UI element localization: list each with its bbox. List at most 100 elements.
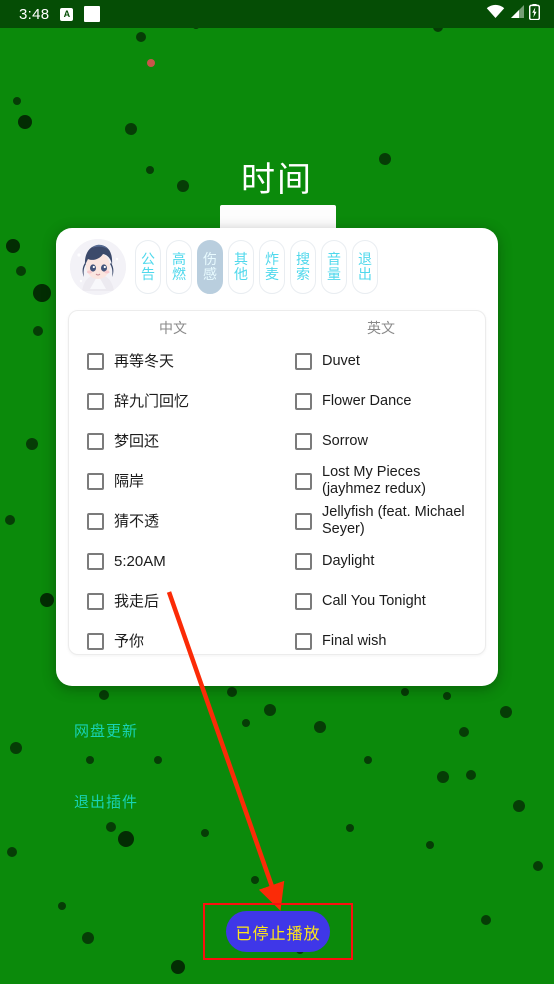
- tab-7[interactable]: 退出: [352, 240, 378, 294]
- song-label: Sorrow: [322, 432, 368, 449]
- checkbox-icon[interactable]: [87, 432, 104, 450]
- bokeh-dot: [533, 861, 543, 871]
- bokeh-dot: [26, 438, 38, 450]
- tab-1[interactable]: 高燃: [166, 240, 192, 294]
- song-label: 猜不透: [114, 512, 160, 530]
- bokeh-dot: [6, 239, 20, 253]
- tab-char-top: 炸: [265, 251, 279, 267]
- bokeh-dot: [481, 915, 491, 925]
- tab-char-top: 其: [234, 251, 248, 267]
- bokeh-dot: [242, 719, 250, 727]
- checkbox-icon[interactable]: [295, 512, 312, 530]
- tab-char-top: 高: [172, 251, 186, 267]
- avatar[interactable]: [70, 239, 126, 295]
- tab-4[interactable]: 炸麦: [259, 240, 285, 294]
- bokeh-dot: [459, 727, 469, 737]
- bokeh-dot: [346, 824, 354, 832]
- song-list-card: 中文再等冬天 辞九门回忆梦回还隔岸猜不透 5:20AM 我走后予你 英文 Duvet Flo…: [68, 310, 486, 655]
- tab-2[interactable]: 伤感: [197, 240, 223, 294]
- column-header: 中文: [159, 320, 187, 336]
- song-item[interactable]: 5:20AM: [77, 541, 269, 581]
- song-item[interactable]: Call You Tonight: [285, 581, 477, 621]
- bg-link-exit-plugin[interactable]: 退出插件: [74, 791, 138, 812]
- song-item[interactable]: 隔岸: [77, 461, 269, 501]
- song-label: Call You Tonight: [322, 592, 426, 609]
- column-header: 英文: [367, 320, 395, 336]
- tab-char-bottom: 他: [234, 266, 248, 282]
- song-label: 梦回还: [114, 432, 160, 450]
- blank-square-icon: [84, 6, 101, 22]
- tab-3[interactable]: 其他: [228, 240, 254, 294]
- bokeh-dot: [33, 284, 51, 302]
- tab-char-bottom: 告: [141, 266, 155, 282]
- bokeh-dot: [171, 960, 185, 974]
- bokeh-dot: [82, 932, 94, 944]
- bokeh-dot: [227, 687, 237, 697]
- status-bar-left: 3:48 A: [10, 5, 101, 23]
- tab-char-bottom: 燃: [172, 266, 186, 282]
- bokeh-dot: [401, 688, 409, 696]
- checkbox-icon[interactable]: [295, 552, 312, 570]
- bokeh-dot: [106, 822, 116, 832]
- app-badge-icon: A: [60, 7, 74, 21]
- song-item[interactable]: 再等冬天: [77, 341, 269, 381]
- checkbox-icon[interactable]: [87, 512, 104, 530]
- tab-char-top: 音: [327, 251, 341, 267]
- song-item[interactable]: Lost My Pieces (jayhmez redux): [285, 461, 477, 501]
- checkbox-icon[interactable]: [295, 432, 312, 450]
- tab-char-bottom: 出: [358, 266, 372, 282]
- tab-char-bottom: 感: [203, 266, 217, 282]
- tab-6[interactable]: 音量: [321, 240, 347, 294]
- song-item[interactable]: 梦回还: [77, 421, 269, 461]
- column-chinese: 中文再等冬天 辞九门回忆梦回还隔岸猜不透 5:20AM 我走后予你: [69, 317, 277, 654]
- song-item[interactable]: Daylight: [285, 541, 477, 581]
- song-label: Daylight: [322, 552, 375, 569]
- tab-char-top: 公: [141, 251, 155, 267]
- bokeh-dot: [86, 756, 94, 764]
- song-item[interactable]: Duvet: [285, 341, 477, 381]
- checkbox-icon[interactable]: [295, 472, 312, 490]
- checkbox-icon[interactable]: [87, 472, 104, 490]
- bg-link-cloud-update[interactable]: 网盘更新: [74, 720, 138, 741]
- song-columns: 中文再等冬天 辞九门回忆梦回还隔岸猜不透 5:20AM 我走后予你 英文 Duvet Flo…: [69, 311, 485, 654]
- checkbox-icon[interactable]: [295, 592, 312, 610]
- song-item[interactable]: 辞九门回忆: [77, 381, 269, 421]
- song-label: Lost My Pieces (jayhmez redux): [322, 464, 426, 497]
- bokeh-dot: [16, 266, 26, 276]
- tab-char-top: 退: [358, 251, 372, 267]
- wifi-icon: [486, 4, 505, 24]
- song-label: 予你: [114, 632, 145, 650]
- bokeh-dot: [466, 770, 476, 780]
- checkbox-icon[interactable]: [87, 632, 104, 650]
- checkbox-icon[interactable]: [87, 392, 104, 410]
- checkbox-icon[interactable]: [87, 552, 104, 570]
- stop-playback-button[interactable]: 已停止播放: [226, 911, 330, 952]
- checkbox-icon[interactable]: [87, 352, 104, 370]
- bokeh-dot: [40, 593, 54, 607]
- song-item[interactable]: 我走后: [77, 581, 269, 621]
- bokeh-dot: [10, 742, 22, 754]
- song-item[interactable]: Sorrow: [285, 421, 477, 461]
- checkbox-icon[interactable]: [295, 352, 312, 370]
- bokeh-dot: [7, 847, 17, 857]
- bokeh-dot: [251, 876, 259, 884]
- checkbox-icon[interactable]: [295, 632, 312, 650]
- checkbox-icon[interactable]: [295, 392, 312, 410]
- bokeh-dot: [147, 59, 155, 67]
- song-item[interactable]: Final wish: [285, 621, 477, 654]
- bokeh-dot: [125, 123, 137, 135]
- tab-char-bottom: 麦: [265, 266, 279, 282]
- checkbox-icon[interactable]: [87, 592, 104, 610]
- tab-0[interactable]: 公告: [135, 240, 161, 294]
- song-item[interactable]: 予你: [77, 621, 269, 654]
- bokeh-dot: [5, 515, 15, 525]
- tab-char-top: 伤: [203, 251, 217, 267]
- song-item[interactable]: 猜不透: [77, 501, 269, 541]
- tab-5[interactable]: 搜索: [290, 240, 316, 294]
- song-item[interactable]: Jellyfish (feat. Michael Seyer): [285, 501, 477, 541]
- phone-screen: 3:48 A 时间 网盘更新 退出插件 公 告 高 燃 伤 感 其 他 炸 麦 …: [0, 0, 554, 984]
- bokeh-dot: [500, 706, 512, 718]
- song-item[interactable]: Flower Dance: [285, 381, 477, 421]
- status-bar-right: [486, 3, 544, 25]
- status-bar-clock: 3:48: [19, 5, 50, 23]
